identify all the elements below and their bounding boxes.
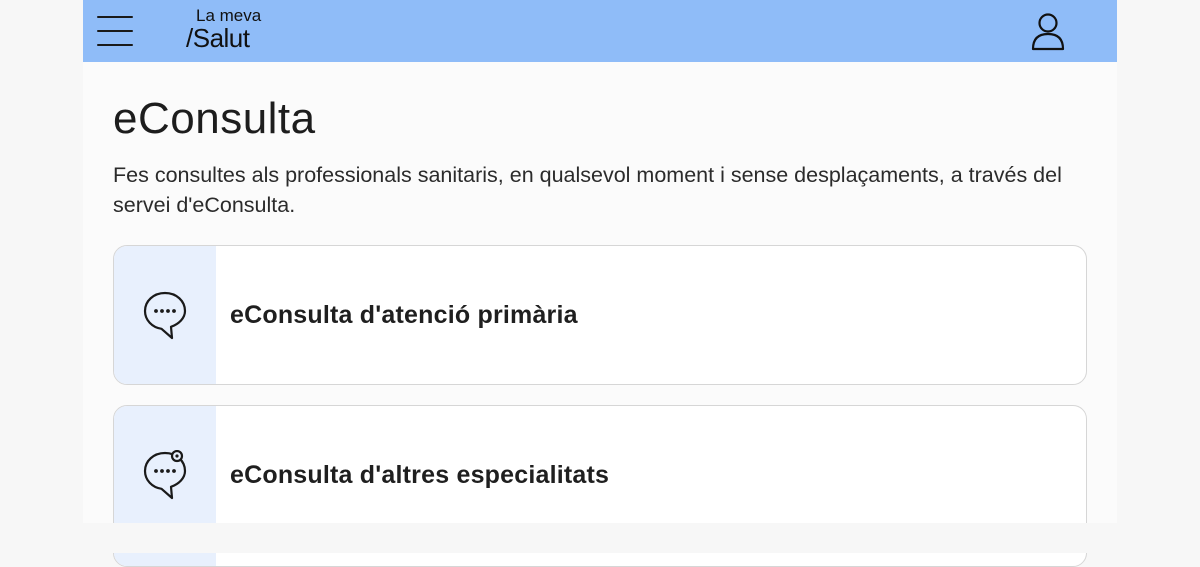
user-profile-button[interactable] bbox=[1027, 10, 1069, 52]
card-label: eConsulta d'altres especialitats bbox=[230, 461, 610, 489]
app-logo[interactable]: La meva /Salut bbox=[186, 7, 261, 51]
card-econsulta-primary-care[interactable]: eConsulta d'atenció primària bbox=[113, 245, 1087, 385]
menu-button[interactable] bbox=[93, 10, 137, 52]
card-icon-container bbox=[114, 246, 216, 384]
user-icon bbox=[1031, 13, 1065, 51]
chat-bubble-specialist-icon bbox=[143, 450, 187, 500]
logo-top-text: La meva bbox=[196, 6, 262, 25]
logo-bottom-text: /Salut bbox=[186, 23, 250, 53]
page-description: Fes consultes als professionals sanitari… bbox=[113, 163, 1062, 217]
top-header: La meva /Salut bbox=[83, 0, 1117, 62]
app-container: La meva /Salut eConsulta Fes consultes a… bbox=[83, 0, 1117, 567]
page-title: eConsulta bbox=[113, 94, 316, 143]
card-label: eConsulta d'atenció primària bbox=[230, 301, 578, 329]
chat-bubble-icon bbox=[143, 291, 187, 340]
page-bottom-edge bbox=[0, 523, 1200, 553]
